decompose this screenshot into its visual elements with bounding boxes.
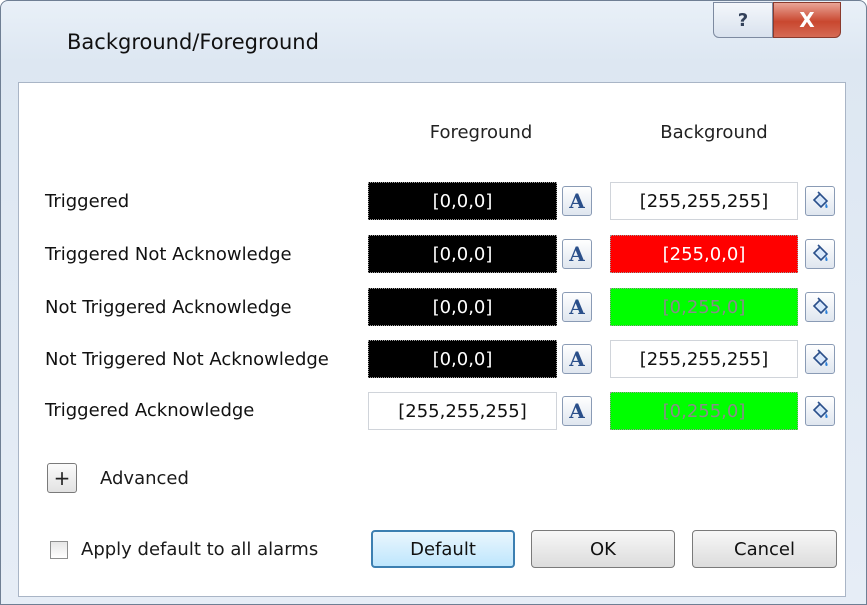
font-color-icon[interactable]: A xyxy=(562,292,592,322)
background-swatch-not-triggered-not-acknowledge[interactable]: [255,255,255] xyxy=(610,340,798,378)
row-label-triggered-not-acknowledge: Triggered Not Acknowledge xyxy=(45,244,292,265)
font-color-icon[interactable]: A xyxy=(562,344,592,374)
close-button[interactable]: X xyxy=(773,2,841,38)
paint-bucket-icon[interactable] xyxy=(805,344,835,374)
background-column-header: Background xyxy=(660,122,768,143)
help-button[interactable]: ? xyxy=(713,2,773,38)
font-color-icon[interactable]: A xyxy=(562,186,592,216)
plus-icon: + xyxy=(53,466,71,490)
close-icon: X xyxy=(799,8,815,32)
ok-button[interactable]: OK xyxy=(531,530,675,568)
foreground-swatch-triggered-acknowledge[interactable]: [255,255,255] xyxy=(368,392,557,430)
row-label-not-triggered-acknowledge: Not Triggered Acknowledge xyxy=(45,297,292,318)
apply-default-label[interactable]: Apply default to all alarms xyxy=(81,539,318,560)
background-swatch-triggered[interactable]: [255,255,255] xyxy=(610,182,798,220)
help-icon: ? xyxy=(737,9,749,31)
row-label-triggered: Triggered xyxy=(45,191,130,212)
foreground-swatch-triggered[interactable]: [0,0,0] xyxy=(368,182,557,220)
background-swatch-triggered-acknowledge[interactable]: [0,255,0] xyxy=(610,392,798,430)
row-label-triggered-acknowledge: Triggered Acknowledge xyxy=(45,400,255,421)
background-swatch-triggered-not-acknowledge[interactable]: [255,0,0] xyxy=(610,235,798,273)
foreground-swatch-not-triggered-acknowledge[interactable]: [0,0,0] xyxy=(368,288,557,326)
row-label-not-triggered-not-acknowledge: Not Triggered Not Acknowledge xyxy=(45,349,329,370)
foreground-swatch-not-triggered-not-acknowledge[interactable]: [0,0,0] xyxy=(368,340,557,378)
paint-bucket-icon[interactable] xyxy=(805,396,835,426)
paint-bucket-icon[interactable] xyxy=(805,186,835,216)
advanced-expand-button[interactable]: + xyxy=(47,463,77,493)
foreground-swatch-triggered-not-acknowledge[interactable]: [0,0,0] xyxy=(368,235,557,273)
foreground-column-header: Foreground xyxy=(429,122,533,143)
title-bar[interactable]: Background/Foreground ? X xyxy=(1,1,867,81)
font-color-icon[interactable]: A xyxy=(562,239,592,269)
paint-bucket-icon[interactable] xyxy=(805,292,835,322)
default-button[interactable]: Default xyxy=(371,530,515,568)
paint-bucket-icon[interactable] xyxy=(805,239,835,269)
window-title: Background/Foreground xyxy=(67,30,319,54)
apply-default-checkbox[interactable] xyxy=(50,541,68,559)
advanced-label: Advanced xyxy=(100,468,189,489)
background-swatch-not-triggered-acknowledge[interactable]: [0,255,0] xyxy=(610,288,798,326)
font-color-icon[interactable]: A xyxy=(562,396,592,426)
cancel-button[interactable]: Cancel xyxy=(692,530,837,568)
